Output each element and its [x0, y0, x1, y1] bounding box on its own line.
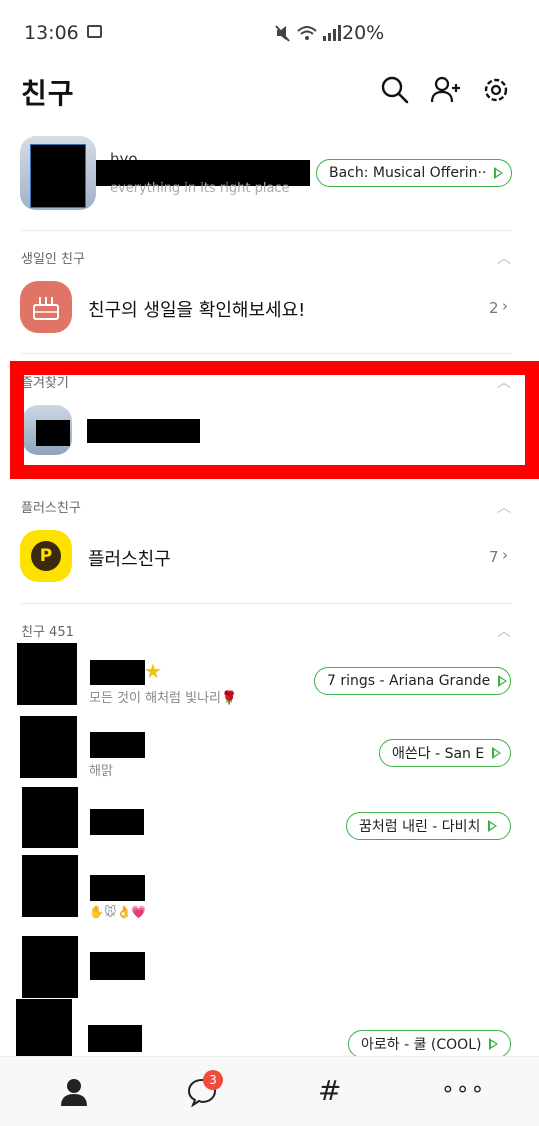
- friend-status: 해맑: [89, 764, 113, 779]
- play-icon: [488, 820, 498, 832]
- collapse-icon[interactable]: ︿: [497, 248, 511, 268]
- more-tab-icon[interactable]: ∘∘∘: [441, 1077, 485, 1102]
- my-profile-avatar[interactable]: [20, 136, 96, 210]
- add-friend-icon[interactable]: [430, 74, 462, 106]
- friend-avatar[interactable]: [20, 716, 77, 778]
- bottom-nav: 3 # ∘∘∘: [0, 1056, 539, 1126]
- friend-music-button[interactable]: 애쓴다 - San E: [379, 739, 511, 767]
- music-title: 꿈처럼 내린 - 다비치: [359, 819, 481, 835]
- chevron-right-icon: ›: [502, 546, 508, 564]
- friend-status: 모든 것이 해처럼 빛나리🌹: [89, 691, 238, 706]
- redacted-block: [90, 660, 145, 685]
- mute-icon: [275, 25, 290, 42]
- chat-badge: 3: [203, 1070, 223, 1090]
- friend-avatar[interactable]: [17, 643, 77, 705]
- play-icon: [498, 675, 508, 687]
- status-time: 13:06: [24, 22, 79, 44]
- play-icon: [494, 167, 503, 179]
- hashtag-tab-icon[interactable]: #: [318, 1074, 341, 1107]
- collapse-icon[interactable]: ︿: [497, 497, 511, 517]
- redacted-block: [90, 952, 145, 980]
- signal-icon: [323, 25, 341, 41]
- friend-music-button[interactable]: 7 rings - Ariana Grande: [314, 667, 511, 695]
- search-icon[interactable]: [379, 74, 411, 106]
- music-title: 애쓴다 - San E: [392, 746, 485, 762]
- image-icon: [87, 25, 102, 38]
- redacted-block: [90, 809, 144, 835]
- chevron-right-icon: ›: [502, 297, 508, 315]
- friend-avatar[interactable]: [22, 855, 78, 917]
- page-title: 친구: [21, 77, 75, 110]
- wifi-icon: [297, 26, 317, 40]
- cake-icon: [33, 297, 59, 320]
- redacted-block: [88, 1025, 142, 1052]
- settings-icon[interactable]: [480, 74, 512, 106]
- my-profile-status: everything in its right place: [110, 181, 290, 196]
- friend-status: ✋🐭👌💗: [89, 905, 147, 919]
- divider: [20, 353, 512, 354]
- friend-music-button[interactable]: 꿈처럼 내린 - 다비치: [346, 812, 511, 840]
- music-title: 7 rings - Ariana Grande: [327, 673, 491, 689]
- my-music-button[interactable]: Bach: Musical Offerin···: [316, 159, 512, 187]
- friends-tab-icon[interactable]: [58, 1076, 90, 1108]
- birthday-row-text[interactable]: 친구의 생일을 확인해보세요!: [88, 296, 305, 322]
- music-title: Bach: Musical Offerin···: [329, 165, 486, 181]
- birthday-count: 2: [489, 299, 499, 317]
- play-icon: [492, 747, 502, 759]
- plus-friend-avatar: P: [20, 530, 72, 582]
- section-label-birthday: 생일인 친구: [21, 252, 85, 267]
- divider: [20, 603, 512, 604]
- section-label-friends: 친구 451: [21, 625, 74, 640]
- music-title: 아로하 - 쿨 (COOL): [361, 1037, 482, 1053]
- section-label-plus: 플러스친구: [21, 501, 81, 516]
- plus-friend-icon: P: [31, 541, 61, 571]
- play-icon: [489, 1038, 499, 1050]
- highlight-box: [10, 361, 539, 479]
- friend-avatar[interactable]: [22, 787, 78, 848]
- friend-music-button[interactable]: 아로하 - 쿨 (COOL): [348, 1030, 511, 1058]
- plus-friend-count: 7: [489, 548, 499, 566]
- friend-avatar[interactable]: [22, 936, 78, 998]
- battery-percent: 20%: [342, 22, 385, 44]
- redacted-block: [90, 875, 145, 901]
- friend-avatar[interactable]: [16, 999, 72, 1061]
- divider: [20, 230, 512, 231]
- star-icon: ★: [144, 659, 162, 683]
- redacted-block: [30, 144, 86, 208]
- redacted-block: [90, 732, 145, 758]
- collapse-icon[interactable]: ︿: [497, 621, 511, 641]
- plus-friend-row-text[interactable]: 플러스친구: [88, 545, 171, 571]
- birthday-avatar: [20, 281, 72, 333]
